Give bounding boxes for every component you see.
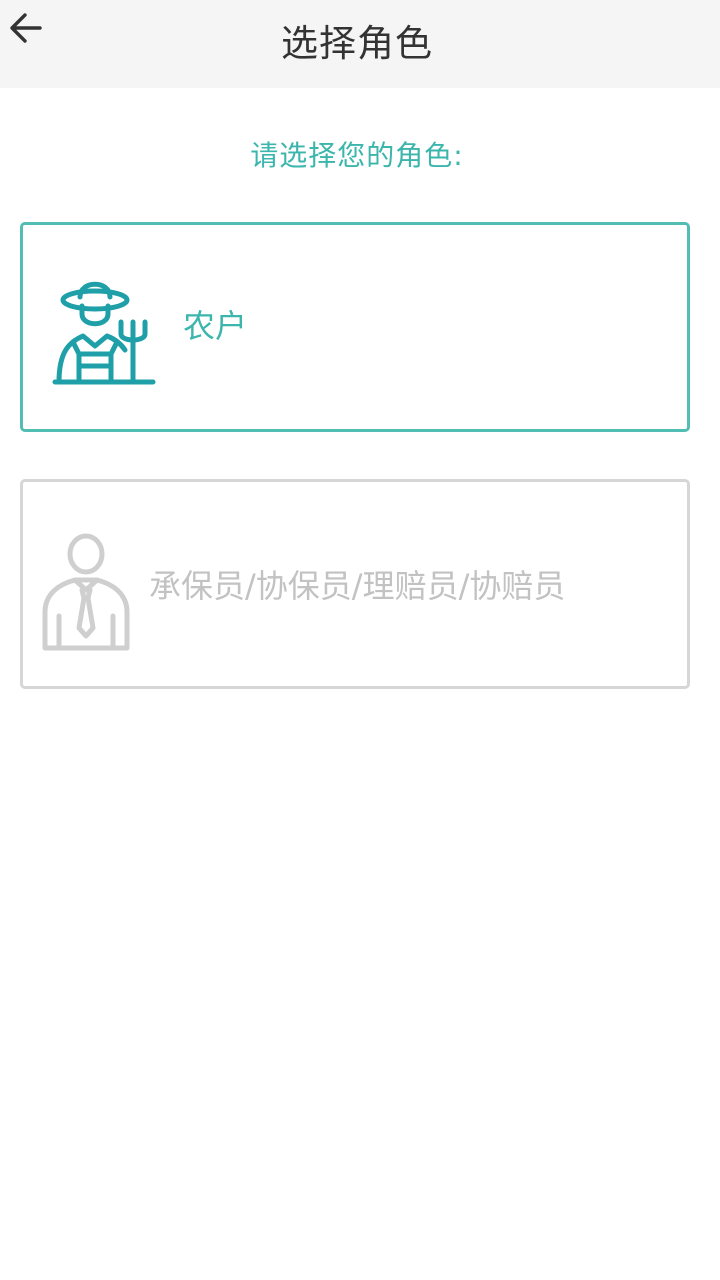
role-prompt: 请选择您的角色: (250, 139, 464, 172)
farmer-icon (52, 281, 156, 385)
staff-icon (42, 533, 130, 651)
role-card-staff[interactable]: 承保员/协保员/理赔员/协赔员 (20, 479, 690, 689)
role-label-staff: 承保员/协保员/理赔员/协赔员 (149, 567, 566, 605)
role-card-farmer[interactable]: 农户 (20, 222, 690, 432)
role-label-farmer: 农户 (183, 307, 248, 345)
page-title: 选择角色 (281, 22, 433, 65)
top-bar: 选择角色 (0, 0, 720, 88)
